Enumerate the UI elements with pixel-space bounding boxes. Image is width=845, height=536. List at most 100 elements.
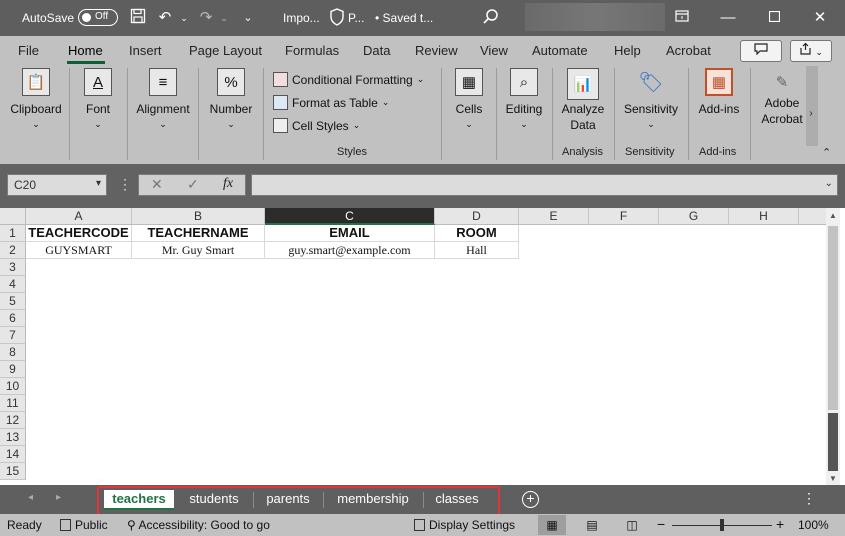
enter-icon[interactable]: ✓ (187, 176, 199, 193)
row-header-9[interactable]: 9 (0, 361, 26, 378)
zoom-level[interactable]: 100% (798, 518, 829, 532)
number-button[interactable]: % Number ⌄ (204, 68, 258, 130)
saved-status[interactable]: • Saved t... (375, 11, 433, 25)
zoom-slider-thumb[interactable] (720, 519, 724, 531)
cell-b1[interactable]: TEACHERNAME (132, 225, 265, 242)
scroll-down-icon[interactable]: ▼ (826, 474, 840, 483)
cell-a1[interactable]: TEACHERCODE (26, 225, 132, 242)
page-layout-view-button[interactable]: ▤ (578, 515, 606, 535)
maximize-icon[interactable] (762, 6, 786, 30)
tab-acrobat[interactable]: Acrobat (666, 43, 711, 58)
cell-a2[interactable]: GUYSMART (26, 242, 132, 259)
chevron-right-icon[interactable]: › (806, 66, 816, 162)
row-header-2[interactable]: 2 (0, 242, 26, 259)
row-header-12[interactable]: 12 (0, 412, 26, 429)
cells-button[interactable]: ▦ Cells ⌄ (447, 68, 491, 130)
undo-dropdown-icon[interactable]: ⌄ (174, 8, 194, 28)
formula-input[interactable]: ⌄ (251, 174, 838, 196)
select-all-corner[interactable] (0, 208, 26, 225)
adobe-acrobat-button[interactable]: ✎ Adobe Acrobat (755, 68, 809, 126)
more-options-icon[interactable]: ⋮ (118, 176, 132, 193)
next-sheet-icon[interactable]: ▸ (56, 492, 61, 503)
row-header-13[interactable]: 13 (0, 429, 26, 446)
column-header-g[interactable]: G (659, 208, 729, 225)
row-header-7[interactable]: 7 (0, 327, 26, 344)
worksheet-grid[interactable]: A B C D E F G H 1 2 3 4 5 6 7 8 9 10 11 … (0, 208, 845, 485)
customize-toolbar-icon[interactable]: ⌄ (238, 8, 258, 28)
sensitivity-label[interactable]: P... (348, 11, 364, 25)
row-header-15[interactable]: 15 (0, 463, 26, 480)
display-settings[interactable]: Display Settings (414, 518, 515, 532)
column-header-f[interactable]: F (589, 208, 659, 225)
column-header-c[interactable]: C (265, 208, 435, 225)
redo-dropdown-icon[interactable]: ⌄ (214, 8, 234, 28)
row-header-4[interactable]: 4 (0, 276, 26, 293)
row-header-10[interactable]: 10 (0, 378, 26, 395)
previous-sheet-icon[interactable]: ◂ (28, 492, 33, 503)
search-icon[interactable] (482, 8, 500, 29)
column-header-d[interactable]: D (435, 208, 519, 225)
expand-formula-bar-icon[interactable]: ⌄ (825, 178, 833, 189)
chevron-down-icon[interactable]: ▾ (96, 178, 101, 189)
close-icon[interactable]: ✕ (808, 6, 832, 30)
cancel-icon[interactable]: ✕ (151, 176, 163, 193)
page-break-view-button[interactable]: ◫ (618, 515, 646, 535)
column-header-b[interactable]: B (132, 208, 265, 225)
scroll-up-icon[interactable]: ▲ (826, 211, 840, 220)
share-button[interactable]: ⌄ (790, 40, 832, 62)
redo-icon[interactable]: ↷ (196, 8, 216, 28)
ribbon-display-icon[interactable] (670, 6, 694, 30)
comments-button[interactable] (740, 40, 782, 62)
tab-help[interactable]: Help (614, 43, 641, 58)
column-header-h[interactable]: H (729, 208, 799, 225)
save-icon[interactable] (128, 8, 148, 28)
editing-button[interactable]: ⌕ Editing ⌄ (501, 68, 547, 130)
row-header-8[interactable]: 8 (0, 344, 26, 361)
scroll-track[interactable] (828, 226, 838, 410)
cell-d1[interactable]: ROOM (435, 225, 519, 242)
addins-button[interactable]: ▦ Add-ins (693, 68, 745, 116)
shield-icon[interactable] (330, 8, 344, 29)
column-header-i[interactable] (799, 208, 826, 225)
column-header-a[interactable]: A (26, 208, 132, 225)
row-header-5[interactable]: 5 (0, 293, 26, 310)
row-header-14[interactable]: 14 (0, 446, 26, 463)
cell-b2[interactable]: Mr. Guy Smart (132, 242, 265, 259)
row-header-1[interactable]: 1 (0, 225, 26, 242)
vertical-scrollbar[interactable]: ▲ ▼ (826, 208, 840, 485)
autosave-toggle[interactable]: Off (78, 9, 118, 26)
cell-d2[interactable]: Hall (435, 242, 519, 259)
scroll-thumb[interactable] (828, 413, 838, 471)
conditional-formatting-button[interactable]: Conditional Formatting ⌄ (273, 72, 424, 87)
sensitivity-button[interactable]: 🏷 Sensitivity ⌄ (619, 68, 683, 130)
sensitivity-status[interactable]: Public (60, 518, 108, 532)
collapse-ribbon-icon[interactable]: ⌃ (822, 146, 831, 159)
file-title[interactable]: Impo... (283, 11, 320, 25)
tab-formulas[interactable]: Formulas (285, 43, 339, 58)
cell-styles-button[interactable]: Cell Styles ⌄ (273, 118, 360, 133)
analyze-data-button[interactable]: 📊 Analyze Data (557, 68, 609, 132)
tab-automate[interactable]: Automate (532, 43, 588, 58)
clipboard-button[interactable]: 📋 Clipboard ⌄ (8, 68, 64, 130)
zoom-in-icon[interactable]: + (776, 516, 784, 532)
undo-icon[interactable]: ↶ (155, 8, 175, 28)
minimize-icon[interactable]: — (716, 6, 740, 30)
tab-file[interactable]: File (18, 43, 39, 58)
row-header-3[interactable]: 3 (0, 259, 26, 276)
cell-c1[interactable]: EMAIL (265, 225, 435, 242)
insert-function-icon[interactable]: fx (223, 176, 233, 192)
tab-view[interactable]: View (480, 43, 508, 58)
accessibility-status[interactable]: ⚲ Accessibility: Good to go (127, 518, 270, 532)
tab-data[interactable]: Data (363, 43, 390, 58)
tab-home[interactable]: Home (68, 43, 103, 58)
normal-view-button[interactable]: ▦ (538, 515, 566, 535)
cell-c2[interactable]: guy.smart@example.com (265, 242, 435, 259)
row-header-6[interactable]: 6 (0, 310, 26, 327)
tab-insert[interactable]: Insert (129, 43, 162, 58)
column-header-e[interactable]: E (519, 208, 589, 225)
tab-page-layout[interactable]: Page Layout (189, 43, 262, 58)
font-button[interactable]: A Font ⌄ (74, 68, 122, 130)
format-as-table-button[interactable]: Format as Table ⌄ (273, 95, 389, 110)
tab-review[interactable]: Review (415, 43, 458, 58)
more-options-icon[interactable]: ⋮ (802, 490, 816, 507)
